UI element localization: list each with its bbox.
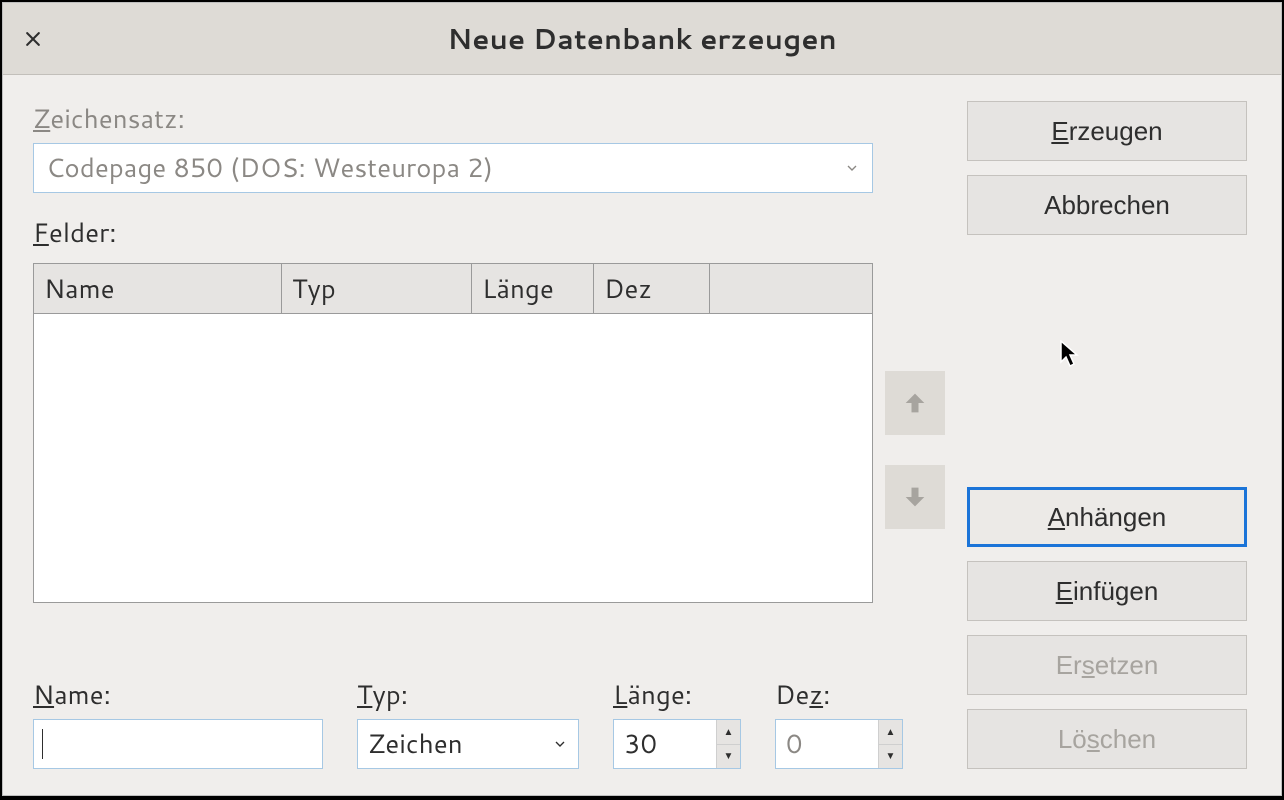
fields-table[interactable]: Name Typ Länge Dez <box>33 263 873 603</box>
charset-value: Codepage 850 (DOS: Westeuropa 2) <box>46 150 493 186</box>
name-input[interactable] <box>33 719 323 769</box>
titlebar: Neue Datenbank erzeugen <box>3 3 1281 75</box>
chevron-down-icon <box>552 736 568 752</box>
fields-label: Felder: <box>33 215 953 251</box>
arrow-down-icon <box>901 483 929 511</box>
laenge-decrement[interactable]: ▼ <box>717 745 740 769</box>
typ-combo[interactable]: Zeichen <box>357 719 579 769</box>
close-icon[interactable] <box>19 25 47 53</box>
col-header-extra <box>710 264 872 313</box>
laenge-label: Länge: <box>613 677 741 713</box>
dez-decrement[interactable]: ▼ <box>879 745 902 769</box>
table-body[interactable] <box>34 314 872 602</box>
laenge-value[interactable]: 30 <box>614 720 716 768</box>
charset-label: Zeichensatz: <box>33 101 953 137</box>
append-button[interactable]: Anhängen <box>967 487 1247 547</box>
dez-increment[interactable]: ▲ <box>879 720 902 745</box>
insert-button[interactable]: Einfügen <box>967 561 1247 621</box>
dez-spinner[interactable]: 0 ▲ ▼ <box>775 719 903 769</box>
charset-combo[interactable]: Codepage 850 (DOS: Westeuropa 2) <box>33 143 873 193</box>
create-button[interactable]: Erzeugen <box>967 101 1247 161</box>
dez-value[interactable]: 0 <box>776 720 878 768</box>
chevron-down-icon <box>844 160 860 176</box>
col-header-laenge[interactable]: Länge <box>472 264 594 313</box>
window-title: Neue Datenbank erzeugen <box>447 19 836 59</box>
move-up-button[interactable] <box>885 371 945 435</box>
delete-button[interactable]: Löschen <box>967 709 1247 769</box>
dez-label: Dez: <box>775 677 903 713</box>
col-header-dez[interactable]: Dez <box>594 264 710 313</box>
cancel-button[interactable]: Abbrechen <box>967 175 1247 235</box>
replace-button[interactable]: Ersetzen <box>967 635 1247 695</box>
name-label: Name: <box>33 677 323 713</box>
col-header-typ[interactable]: Typ <box>282 264 472 313</box>
table-header: Name Typ Länge Dez <box>34 264 872 314</box>
arrow-up-icon <box>901 389 929 417</box>
typ-value: Zeichen <box>368 726 463 762</box>
typ-label: Typ: <box>357 677 579 713</box>
laenge-increment[interactable]: ▲ <box>717 720 740 745</box>
laenge-spinner[interactable]: 30 ▲ ▼ <box>613 719 741 769</box>
col-header-name[interactable]: Name <box>34 264 282 313</box>
move-down-button[interactable] <box>885 465 945 529</box>
